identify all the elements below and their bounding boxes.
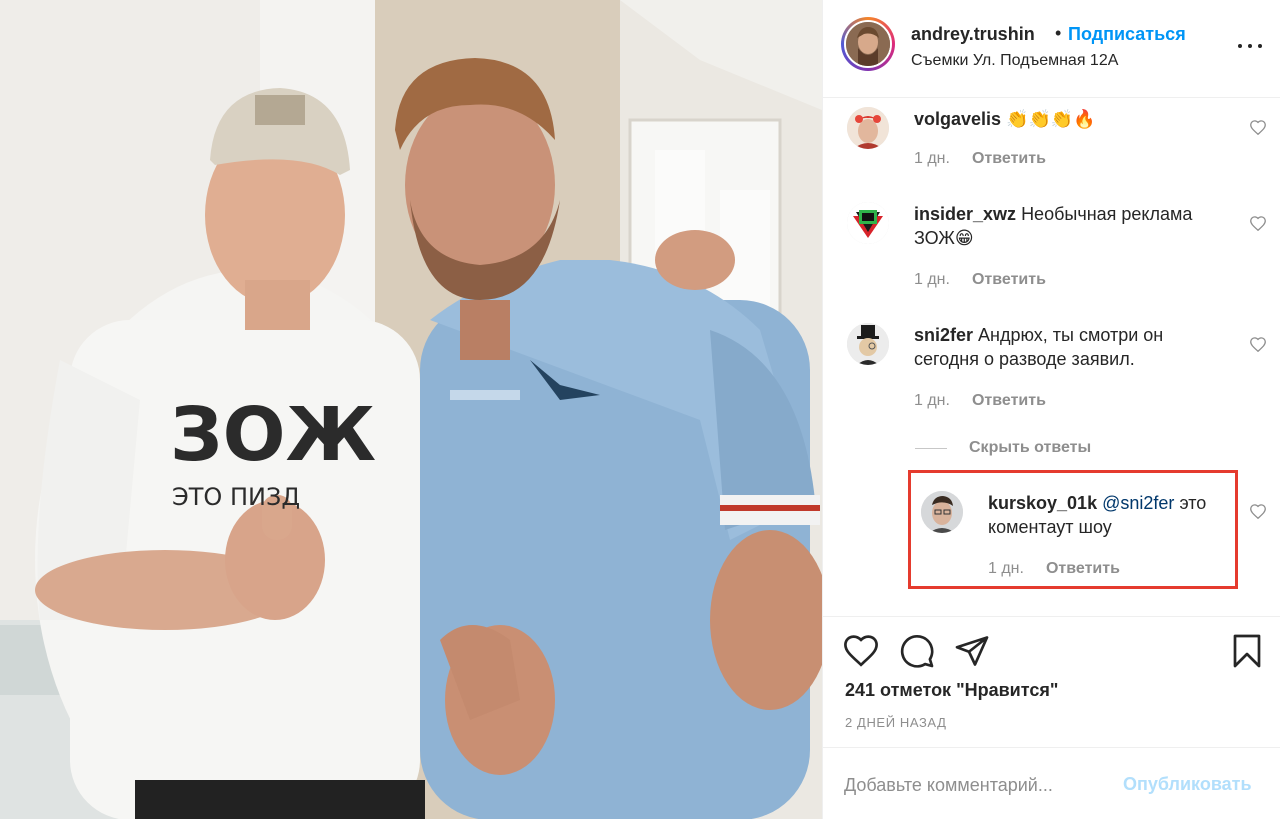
reply-avatar[interactable] bbox=[921, 491, 963, 533]
comment-avatar-illustration bbox=[847, 323, 889, 365]
comment-age[interactable]: 1 дн. bbox=[914, 392, 950, 409]
comment-age[interactable]: 1 дн. bbox=[914, 271, 950, 288]
reply-button[interactable]: Ответить bbox=[972, 271, 1046, 288]
publish-button[interactable]: Опубликовать bbox=[1123, 774, 1252, 795]
add-comment-bar: Опубликовать bbox=[823, 747, 1280, 819]
comment-username[interactable]: volgavelis bbox=[914, 109, 1001, 129]
comments-list[interactable]: volgavelis 👏👏👏🔥 1 дн. Ответить insider_x… bbox=[823, 99, 1280, 615]
comment-text: insider_xwz Необычная реклама ЗОЖ😁 bbox=[914, 202, 1224, 250]
follow-button[interactable]: Подписаться bbox=[1068, 24, 1186, 45]
reply-mention[interactable]: @sni2fer bbox=[1102, 493, 1174, 513]
post-photo[interactable]: ЗОЖ ЭТО ПИЗД bbox=[0, 0, 822, 819]
like-reply-heart-icon[interactable] bbox=[1249, 503, 1267, 519]
reply-age[interactable]: 1 дн. bbox=[988, 560, 1024, 577]
hide-replies-line bbox=[915, 448, 947, 449]
comment-body: 👏👏👏🔥 bbox=[1006, 109, 1096, 129]
reply-button[interactable]: Ответить bbox=[972, 392, 1046, 409]
heart-icon[interactable] bbox=[843, 633, 879, 669]
likes-count[interactable]: 241 отметок "Нравится" bbox=[845, 680, 1058, 701]
hide-replies-label: Скрыть ответы bbox=[969, 439, 1092, 456]
reply-text: kurskoy_01k @sni2fer это коментаут шоу bbox=[988, 491, 1238, 539]
post-sidebar: andrey.trushin • Подписаться Съемки Ул. … bbox=[822, 0, 1280, 819]
share-icon[interactable] bbox=[954, 633, 990, 669]
comment-avatar-illustration bbox=[847, 202, 889, 244]
author-avatar[interactable] bbox=[841, 17, 895, 71]
comment-meta: 1 дн. Ответить bbox=[914, 150, 1046, 168]
more-options-icon[interactable] bbox=[1235, 34, 1265, 58]
reply-avatar-illustration bbox=[921, 491, 963, 533]
shirt-text-sub: ЭТО ПИЗД bbox=[172, 483, 300, 511]
bookmark-icon[interactable] bbox=[1229, 633, 1265, 669]
comment-input[interactable] bbox=[844, 770, 1124, 800]
author-avatar-image bbox=[844, 20, 892, 68]
post-location[interactable]: Съемки Ул. Подъемная 12А bbox=[911, 52, 1118, 70]
post-header: andrey.trushin • Подписаться Съемки Ул. … bbox=[823, 0, 1280, 98]
post-date[interactable]: 2 ДНЕЙ НАЗАД bbox=[845, 715, 947, 730]
reply-username[interactable]: kurskoy_01k bbox=[988, 493, 1097, 513]
comment-avatar-illustration bbox=[847, 107, 889, 149]
reply-button[interactable]: Ответить bbox=[1046, 560, 1120, 577]
comment-avatar[interactable] bbox=[847, 202, 889, 244]
comment-age[interactable]: 1 дн. bbox=[914, 150, 950, 167]
comment-username[interactable]: sni2fer bbox=[914, 325, 973, 345]
like-comment-heart-icon[interactable] bbox=[1249, 119, 1267, 135]
reply-meta: 1 дн. Ответить bbox=[988, 560, 1120, 578]
comment-username[interactable]: insider_xwz bbox=[914, 204, 1016, 224]
comment-avatar[interactable] bbox=[847, 323, 889, 365]
author-username[interactable]: andrey.trushin bbox=[911, 24, 1035, 45]
author-avatar-illustration bbox=[846, 22, 890, 66]
comment-meta: 1 дн. Ответить bbox=[914, 271, 1046, 289]
post-actions: 241 отметок "Нравится" 2 ДНЕЙ НАЗАД Опуб… bbox=[823, 616, 1280, 819]
like-comment-heart-icon[interactable] bbox=[1249, 215, 1267, 231]
photo-illustration: ЗОЖ ЭТО ПИЗД bbox=[0, 0, 822, 819]
comment-avatar[interactable] bbox=[847, 107, 889, 149]
comment-text: volgavelis 👏👏👏🔥 bbox=[914, 107, 1224, 131]
separator-dot: • bbox=[1055, 23, 1062, 43]
comment-icon[interactable] bbox=[899, 633, 935, 669]
shirt-text-main: ЗОЖ bbox=[170, 392, 376, 478]
comment-meta: 1 дн. Ответить bbox=[914, 392, 1046, 410]
like-comment-heart-icon[interactable] bbox=[1249, 336, 1267, 352]
reply-button[interactable]: Ответить bbox=[972, 150, 1046, 167]
comment-text: sni2fer Андрюх, ты смотри он сегодня о р… bbox=[914, 323, 1224, 371]
